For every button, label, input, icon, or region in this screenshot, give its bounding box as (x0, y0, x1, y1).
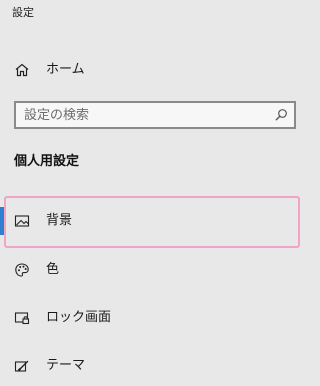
palette-icon (14, 262, 30, 278)
nav-item-theme-label: テーマ (46, 358, 86, 373)
search-input[interactable] (24, 103, 274, 127)
section-heading: 個人用設定 (14, 154, 80, 169)
nav-item-lock-screen[interactable]: ロック画面 (0, 298, 308, 338)
theme-icon (14, 358, 30, 374)
nav-item-color[interactable]: 色 (0, 250, 308, 290)
search-box[interactable] (14, 101, 296, 129)
nav-item-theme[interactable]: テーマ (0, 346, 308, 386)
app-title: 設定 (12, 6, 34, 19)
nav-item-lock-screen-label: ロック画面 (46, 310, 112, 325)
nav-item-home-label: ホーム (46, 62, 85, 77)
search-icon[interactable] (274, 108, 288, 122)
home-icon (14, 62, 30, 78)
nav-item-color-label: 色 (46, 262, 60, 277)
nav-item-background-label: 背景 (46, 213, 73, 228)
nav-item-home[interactable]: ホーム (0, 50, 308, 90)
nav-item-background[interactable]: 背景 (0, 201, 308, 241)
lock-screen-icon (14, 310, 30, 326)
picture-icon (14, 213, 30, 229)
